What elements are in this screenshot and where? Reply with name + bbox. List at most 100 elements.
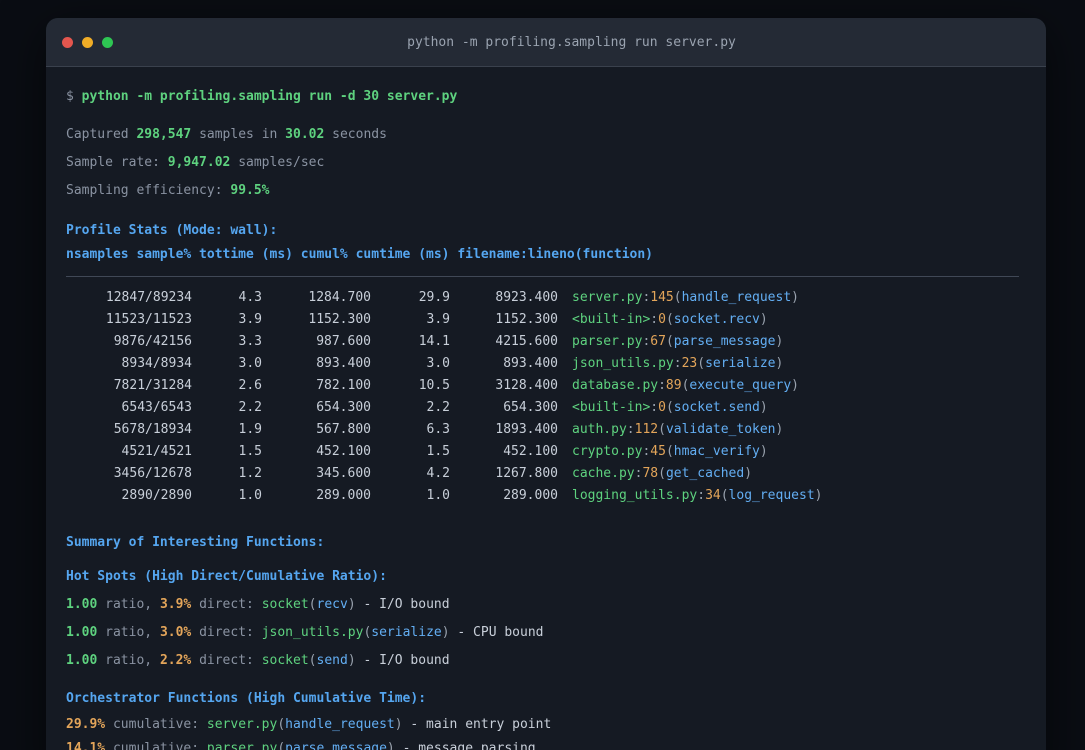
ratio-value: 1.00 bbox=[66, 653, 98, 668]
punctuation: ( bbox=[277, 741, 286, 750]
sample-rate-label: Sample rate: bbox=[66, 155, 168, 170]
window-title: python -m profiling.sampling run server.… bbox=[407, 34, 736, 50]
punctuation: : bbox=[650, 312, 659, 327]
nsamples-cell: 11523/11523 bbox=[105, 312, 192, 327]
captured-line: Captured 298,547 samples in 30.02 second… bbox=[66, 121, 1026, 149]
efficiency-line: Sampling efficiency: 99.5% bbox=[66, 177, 1026, 205]
captured-duration-value: 30.02 bbox=[285, 127, 325, 142]
punctuation: : bbox=[673, 356, 682, 371]
function-cell: <built-in>:0(socket.send) bbox=[572, 400, 768, 415]
function-name: parse_message bbox=[673, 334, 776, 349]
terminal-output: $ python -m profiling.sampling run -d 30… bbox=[46, 67, 1046, 750]
filename: crypto.py bbox=[572, 444, 643, 459]
punctuation: ) bbox=[347, 597, 356, 612]
function-name: log_request bbox=[728, 488, 815, 503]
nsamples-cell: 12847/89234 bbox=[105, 290, 192, 305]
captured-label-post: seconds bbox=[324, 127, 387, 142]
cumulative-label: cumulative: bbox=[105, 717, 207, 732]
minimize-button[interactable] bbox=[82, 36, 93, 48]
ratio-label: ratio, bbox=[97, 653, 160, 668]
hot-spots-list: 1.00 ratio, 3.9% direct: socket(recv) - … bbox=[66, 591, 1026, 675]
lineno: 34 bbox=[705, 488, 721, 503]
punctuation: ) bbox=[394, 717, 403, 732]
cumtime-cell: 4215.600 bbox=[495, 334, 558, 349]
punctuation: ) bbox=[759, 312, 768, 327]
punctuation: ) bbox=[759, 400, 768, 415]
tottime-cell: 782.100 bbox=[316, 378, 371, 393]
cumtime-cell: 893.400 bbox=[503, 356, 558, 371]
lineno: 145 bbox=[650, 290, 674, 305]
cumul-pct-cell: 4.2 bbox=[426, 466, 450, 481]
orchestrators-list: 29.9% cumulative: server.py(handle_reque… bbox=[66, 713, 1026, 750]
filename: server.py bbox=[572, 290, 643, 305]
function-cell: crypto.py:45(hmac_verify) bbox=[572, 444, 768, 459]
punctuation: ) bbox=[744, 466, 753, 481]
ratio-label: ratio, bbox=[97, 625, 160, 640]
filename: socket bbox=[261, 597, 309, 612]
punctuation: ( bbox=[665, 444, 674, 459]
stats-row: 2890/2890 1.0 289.000 1.0 289.000 logging_uti… bbox=[66, 485, 1026, 507]
filename: auth.py bbox=[572, 422, 627, 437]
sample-pct-cell: 4.3 bbox=[238, 290, 262, 305]
lineno: 0 bbox=[658, 312, 666, 327]
function-name: get_cached bbox=[665, 466, 745, 481]
nsamples-cell: 6543/6543 bbox=[121, 400, 192, 415]
hot-spot-line: 1.00 ratio, 2.2% direct: socket(send) - … bbox=[66, 647, 1026, 675]
nsamples-cell: 5678/18934 bbox=[113, 422, 192, 437]
filename: logging_utils.py bbox=[572, 488, 698, 503]
captured-label-mid: samples in bbox=[191, 127, 286, 142]
sample-pct-cell: 2.2 bbox=[238, 400, 262, 415]
punctuation: : bbox=[658, 378, 666, 393]
lineno: 67 bbox=[650, 334, 666, 349]
traffic-lights bbox=[62, 36, 113, 48]
punctuation: ( bbox=[308, 597, 317, 612]
function-cell: server.py:145(handle_request) bbox=[572, 290, 799, 305]
filename: json_utils.py bbox=[572, 356, 674, 371]
ratio-label: ratio, bbox=[97, 597, 160, 612]
cumtime-cell: 1893.400 bbox=[495, 422, 558, 437]
lineno: 0 bbox=[658, 400, 666, 415]
stats-table: 12847/89234 4.3 1284.700 29.9 8923.400 server… bbox=[66, 287, 1026, 507]
cumul-pct-cell: 1.0 bbox=[426, 488, 450, 503]
lineno: 89 bbox=[665, 378, 682, 393]
tottime-cell: 289.000 bbox=[316, 488, 371, 503]
ratio-value: 1.00 bbox=[66, 597, 98, 612]
punctuation: ) bbox=[347, 653, 356, 668]
stats-row: 7821/31284 2.6 782.100 10.5 3128.400 database… bbox=[66, 375, 1026, 397]
efficiency-label: Sampling efficiency: bbox=[66, 183, 231, 198]
sample-pct-cell: 2.6 bbox=[238, 378, 262, 393]
cumul-pct-cell: 10.5 bbox=[418, 378, 450, 393]
tottime-cell: 654.300 bbox=[316, 400, 371, 415]
punctuation: ( bbox=[658, 466, 666, 481]
punctuation: ( bbox=[665, 400, 674, 415]
nsamples-cell: 3456/12678 bbox=[113, 466, 192, 481]
note-text: - message parsing bbox=[394, 741, 536, 750]
terminal-window: python -m profiling.sampling run server.… bbox=[46, 18, 1046, 750]
close-button[interactable] bbox=[62, 36, 73, 48]
maximize-button[interactable] bbox=[102, 36, 113, 48]
tottime-cell: 987.600 bbox=[316, 334, 371, 349]
table-divider bbox=[66, 276, 1019, 277]
cumtime-cell: 1152.300 bbox=[495, 312, 558, 327]
nsamples-cell: 7821/31284 bbox=[113, 378, 192, 393]
function-cell: cache.py:78(get_cached) bbox=[572, 466, 752, 481]
filename: database.py bbox=[572, 378, 659, 393]
punctuation: ) bbox=[791, 290, 799, 305]
punctuation: : bbox=[697, 488, 706, 503]
stats-row: 4521/4521 1.5 452.100 1.5 452.100 crypto.py:4… bbox=[66, 441, 1026, 463]
stats-table-header: nsamples sample% tottime (ms) cumul% cum… bbox=[66, 247, 653, 262]
stats-section-title: Profile Stats (Mode: wall): bbox=[66, 223, 278, 238]
stats-row: 8934/8934 3.0 893.400 3.0 893.400 json_utils.… bbox=[66, 353, 1026, 375]
hot-spot-line: 1.00 ratio, 3.0% direct: json_utils.py(s… bbox=[66, 619, 1026, 647]
punctuation: ) bbox=[775, 334, 784, 349]
stats-row: 9876/42156 3.3 987.600 14.1 4215.600 parser.p… bbox=[66, 331, 1026, 353]
cumtime-cell: 3128.400 bbox=[495, 378, 558, 393]
filename: server.py bbox=[206, 717, 278, 732]
filename: parser.py bbox=[572, 334, 643, 349]
lineno: 112 bbox=[634, 422, 659, 437]
function-name: handle_request bbox=[285, 717, 395, 732]
lineno: 23 bbox=[681, 356, 698, 371]
nsamples-cell: 8934/8934 bbox=[121, 356, 192, 371]
command-text: python -m profiling.sampling run -d 30 s… bbox=[81, 89, 458, 104]
function-name: hmac_verify bbox=[673, 444, 760, 459]
